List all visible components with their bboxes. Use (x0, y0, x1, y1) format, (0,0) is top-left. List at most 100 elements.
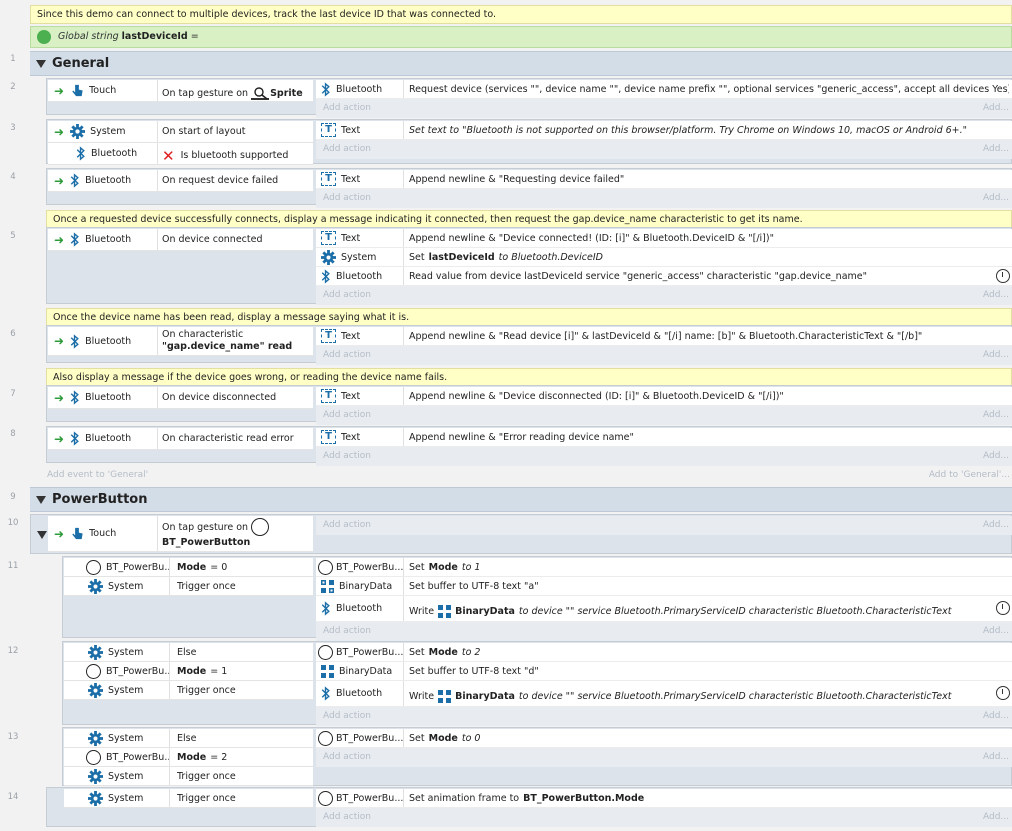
collapse-triangle-icon[interactable] (36, 496, 46, 504)
line-number: 6 (10, 329, 16, 339)
action-row[interactable]: T Text Append newline & "Device connected… (316, 229, 1012, 248)
condition-row[interactable]: ➜ Bluetooth On device connected (48, 229, 313, 251)
condition-row[interactable]: System Trigger once (64, 577, 313, 596)
condition-row[interactable]: ➜ Touch On tap gesture on BT_PowerButton (48, 516, 313, 552)
add-action-link[interactable]: Add action Add... (316, 140, 1012, 159)
object-name: Touch (89, 85, 117, 96)
action-row[interactable]: T Text Append newline & "Read device [i]"… (316, 327, 1012, 346)
condition-row[interactable]: System Trigger once (64, 681, 313, 700)
condition-row[interactable]: ➜ Bluetooth On characteristic read error (48, 428, 313, 450)
power-icon (318, 559, 333, 575)
global-variable[interactable]: Global string lastDeviceId = (30, 26, 1012, 48)
binary-data-icon (321, 579, 334, 593)
object-name: Bluetooth (336, 270, 383, 282)
action-row[interactable]: Bluetooth Write BinaryData to device "" se… (316, 681, 1012, 707)
add-action-link[interactable]: Add action Add... (316, 707, 1012, 726)
object-name: Bluetooth (85, 433, 132, 444)
binary-data-icon (438, 690, 452, 703)
condition-text: On characteristic read error (162, 433, 294, 444)
object-name: System (108, 684, 144, 696)
action-row[interactable]: T Text Append newline & "Device disconnec… (316, 387, 1012, 406)
binary-data-icon (321, 664, 334, 678)
condition-row[interactable]: System Trigger once (64, 767, 313, 786)
action-text: Set (409, 251, 425, 263)
action-row[interactable]: T Text Append newline & "Error reading de… (316, 428, 1012, 447)
action-row[interactable]: T Text Set text to "Bluetooth is not supp… (316, 121, 1012, 140)
condition-row[interactable]: Bluetooth ✕ Is bluetooth supported (48, 143, 313, 165)
add-action-link[interactable]: Add action Add... (316, 406, 1012, 425)
condition-row[interactable]: System Else (64, 729, 313, 748)
add-to-group-link[interactable]: Add to 'General'... (929, 470, 1010, 480)
comment[interactable]: Since this demo can connect to multiple … (30, 5, 1012, 24)
action-text: Append newline & "Requesting device fail… (409, 173, 625, 185)
condition-text: On start of layout (162, 126, 246, 137)
action-row[interactable]: BT_PowerBu... Set animation frame to BT_P… (316, 789, 1012, 808)
condition-row[interactable]: ➜ Bluetooth On device disconnected (48, 387, 313, 409)
object-name: Text (341, 390, 361, 402)
action-row[interactable]: BinaryData Set buffer to UTF-8 text "a" (316, 577, 1012, 596)
bluetooth-icon (70, 333, 79, 349)
action-variable: Mode (428, 561, 458, 573)
condition-text: Trigger once (177, 684, 236, 696)
add-action-link[interactable]: Add action Add... (316, 286, 1012, 305)
async-wait-icon (996, 686, 1010, 700)
async-wait-icon (996, 269, 1010, 283)
action-row[interactable]: Bluetooth Write BinaryData to device "" se… (316, 596, 1012, 622)
action-row[interactable]: Bluetooth Request device (services "", d… (316, 80, 1012, 99)
object-name: BT_PowerBu... (106, 751, 170, 763)
add-action-link[interactable]: Add action Add... (316, 99, 1012, 118)
add-action-link[interactable]: Add action Add... (316, 516, 1012, 535)
add-action-link[interactable]: Add action Add... (316, 447, 1012, 466)
action-text: Append newline & "Device disconnected (I… (409, 390, 784, 402)
line-number: 13 (7, 732, 19, 742)
action-row[interactable]: BinaryData Set buffer to UTF-8 text "d" (316, 662, 1012, 681)
condition-row[interactable]: ➜ Bluetooth On characteristic "gap.device_… (48, 327, 313, 356)
add-action-link[interactable]: Add action Add... (316, 808, 1012, 827)
action-row[interactable]: BT_PowerBu... Set Mode to 0 (316, 729, 1012, 748)
collapse-triangle-icon[interactable] (37, 531, 47, 539)
action-row[interactable]: T Text Append newline & "Requesting devic… (316, 170, 1012, 189)
touch-icon (72, 84, 83, 97)
collapse-triangle-icon[interactable] (36, 60, 46, 68)
condition-row[interactable]: BT_PowerBu... Mode = 0 (64, 558, 313, 577)
gear-icon (70, 124, 86, 139)
globe-icon (37, 29, 51, 44)
condition-row[interactable]: BT_PowerBu... Mode = 1 (64, 662, 313, 681)
object-name: Touch (89, 528, 117, 539)
power-icon (86, 663, 101, 679)
action-text: Set buffer to UTF-8 text "a" (409, 580, 539, 592)
action-row[interactable]: BT_PowerBu... Set Mode to 2 (316, 643, 1012, 662)
action-text: Write (409, 606, 435, 617)
trigger-arrow-icon: ➜ (54, 431, 65, 446)
add-action-link[interactable]: Add action Add... (316, 748, 1012, 767)
action-row[interactable]: System Set lastDeviceId to Bluetooth.Devic… (316, 248, 1012, 267)
add-event-link[interactable]: Add event to 'General' (47, 470, 148, 480)
group-general[interactable]: General (30, 51, 1012, 76)
condition-object: Sprite (270, 88, 303, 99)
object-name: System (341, 251, 377, 263)
condition-row[interactable]: ➜ System On start of layout (48, 121, 313, 143)
action-row[interactable]: Bluetooth Read value from device lastDev… (316, 267, 1012, 286)
line-number: 4 (10, 172, 16, 182)
object-name: System (108, 792, 144, 804)
bluetooth-icon (321, 268, 330, 284)
action-text: Set buffer to UTF-8 text "d" (409, 665, 539, 677)
power-icon (318, 730, 333, 746)
condition-param: "gap.device_name" read (162, 341, 293, 352)
condition-row[interactable]: BT_PowerBu... Mode = 2 (64, 748, 313, 767)
condition-row[interactable]: System Trigger once (64, 789, 313, 808)
condition-text: Is bluetooth supported (180, 150, 289, 161)
add-action-link[interactable]: Add action Add... (316, 622, 1012, 641)
group-powerbutton[interactable]: PowerButton (30, 487, 1012, 512)
add-action-link[interactable]: Add action Add... (316, 346, 1012, 365)
object-name: Text (341, 124, 361, 136)
object-name: BT_PowerBu... (336, 561, 404, 573)
action-object: BinaryData (455, 691, 515, 702)
condition-row[interactable]: ➜ Touch On tap gesture on Sprite (48, 80, 313, 102)
condition-row[interactable]: System Else (64, 643, 313, 662)
object-name: BT_PowerBu... (336, 646, 404, 658)
action-row[interactable]: BT_PowerBu... Set Mode to 1 (316, 558, 1012, 577)
add-action-link[interactable]: Add action Add... (316, 189, 1012, 208)
condition-row[interactable]: ➜ Bluetooth On request device failed (48, 170, 313, 192)
touch-icon (72, 527, 83, 540)
